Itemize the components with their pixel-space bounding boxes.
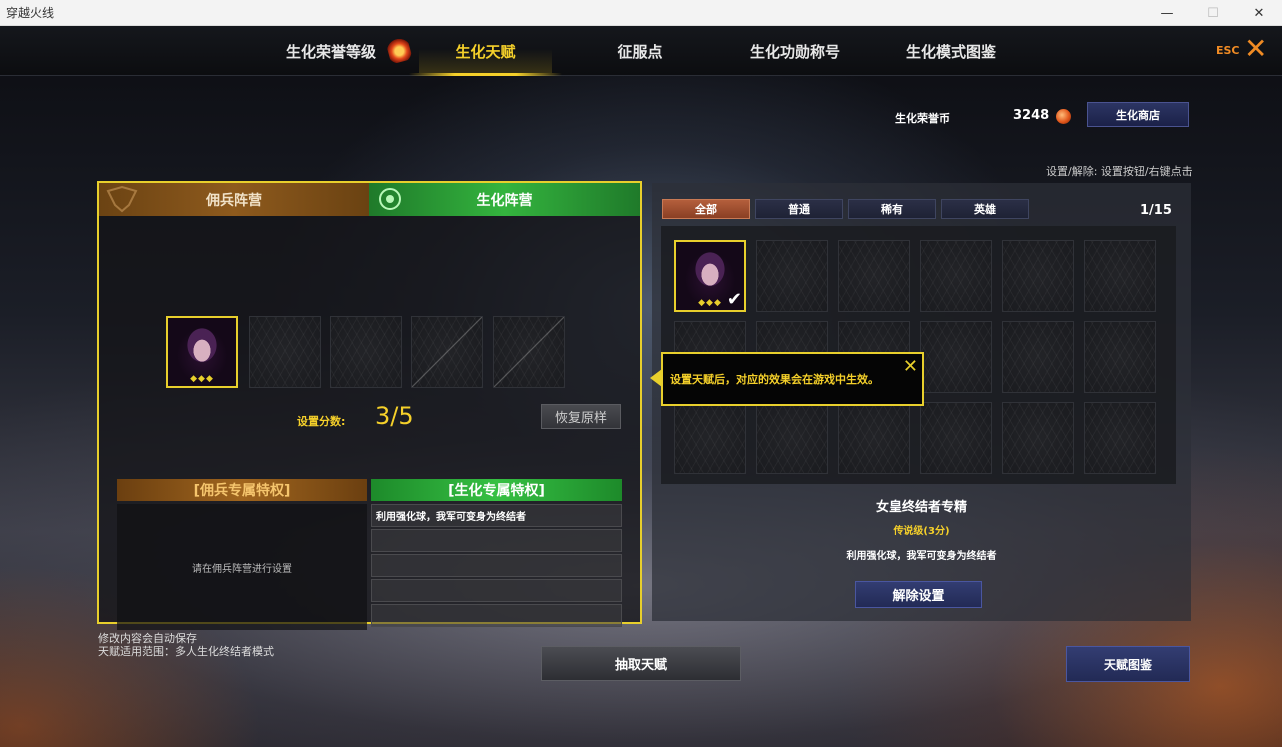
tab-merit-title[interactable]: 生化功勋称号 [735,26,855,76]
talent-card[interactable] [920,402,992,474]
talent-card[interactable] [1002,402,1074,474]
tab-honor-level[interactable]: 生化荣誉等级 [270,26,392,76]
talent-card[interactable] [838,240,910,312]
tab-rarity-all[interactable]: 全部 [662,199,750,219]
maximize-button[interactable]: ☐ [1190,0,1236,26]
score-value: 3/5 [375,402,414,430]
talent-slot-3[interactable] [330,316,402,388]
tab-mercenary-camp[interactable]: 佣兵阵营 [99,183,369,216]
top-navigation: 生化荣誉等级 生化天赋 征服点 生化功勋称号 生化模式图鉴 ESC ✕ [0,26,1282,76]
talent-card[interactable] [756,402,828,474]
talent-card[interactable] [674,402,746,474]
close-window-button[interactable]: ✕ [1236,0,1282,26]
checkmark-icon: ✔ [726,289,742,310]
minimize-button[interactable]: — [1144,0,1190,26]
set-remove-hint: 设置/解除: 设置按钮/右键点击 [1046,165,1193,178]
bio-shop-button[interactable]: 生化商店 [1087,102,1189,127]
talent-card[interactable] [1084,240,1156,312]
selected-talent-description: 利用强化球，我军可变身为终结者 [846,551,997,562]
bio-privilege-row [371,554,622,577]
talent-tooltip: 设置天赋后，对应的效果会在游戏中生效。 ✕ [661,352,924,406]
game-scene: 生化荣誉等级 生化天赋 征服点 生化功勋称号 生化模式图鉴 ESC ✕ 生化荣誉… [0,26,1282,747]
honor-coin-label: 生化荣誉币 [895,112,950,125]
talent-card[interactable] [756,240,828,312]
talent-card[interactable] [1084,402,1156,474]
window-titlebar: 穿越火线 — ☐ ✕ [0,0,1282,26]
close-icon[interactable]: ✕ [1244,34,1267,64]
selected-talent-grade: 传说级(3分) [893,526,950,537]
talent-card[interactable] [920,321,992,393]
tab-talent[interactable]: 生化天赋 [409,26,562,76]
talent-slot-5-locked [493,316,565,388]
mercenary-privilege-box: 请在佣兵阵营进行设置 [117,504,367,630]
draw-talent-button[interactable]: 抽取天赋 [541,646,741,681]
bio-emblem-icon [379,188,401,210]
selected-talent-title: 女皇终结者专精 [875,500,967,515]
tab-rarity-hero[interactable]: 英雄 [941,199,1029,219]
rank-stars: ◆◆◆ [190,374,214,384]
tab-honor-level-label: 生化荣誉等级 [285,42,376,61]
tab-talent-label: 生化天赋 [455,42,516,61]
tab-mode-atlas[interactable]: 生化模式图鉴 [890,26,1012,76]
esc-label[interactable]: ESC [1216,44,1240,57]
bio-privilege-row: 利用强化球，我军可变身为终结者 [371,504,622,527]
bio-privilege-title: [生化专属特权] [371,479,622,501]
tab-rarity-normal[interactable]: 普通 [755,199,843,219]
bio-camp-label: 生化阵营 [476,192,533,209]
coin-icon [1056,109,1071,124]
tab-conquest-points[interactable]: 征服点 [600,26,680,76]
tab-bio-camp[interactable]: 生化阵营 [369,183,640,216]
page-count: 1/15 [1140,203,1172,218]
talent-card[interactable] [920,240,992,312]
talent-slot-2[interactable] [249,316,321,388]
talent-card[interactable] [1002,240,1074,312]
tab-conquest-points-label: 征服点 [617,42,663,61]
talent-scope-note: 天赋适用范围：多人生化终结者模式 [98,645,274,658]
mercenary-camp-label: 佣兵阵营 [206,192,262,209]
rank-stars: ◆◆◆ [698,298,722,308]
honor-coin-value: 3248 [1013,108,1050,123]
score-label: 设置分数: [297,415,346,428]
tooltip-text: 设置天赋后，对应的效果会在游戏中生效。 [670,373,879,386]
bio-privilege-row [371,579,622,602]
talent-card[interactable]: ◆◆◆ ✔ [674,240,746,312]
talent-card[interactable] [838,402,910,474]
tab-mode-atlas-label: 生化模式图鉴 [905,42,996,61]
mercenary-privilege-title: [佣兵专属特权] [117,479,367,501]
camp-talent-panel: 佣兵阵营 生化阵营 ◆◆◆ 设置分数: 3/5 恢复原样 [佣兵专属特权] [生… [97,181,642,630]
talent-slot-1[interactable]: ◆◆◆ [166,316,238,388]
window-controls: — ☐ ✕ [1144,0,1282,26]
reset-button[interactable]: 恢复原样 [541,404,621,429]
remove-setting-button[interactable]: 解除设置 [855,581,982,608]
mercenary-privilege-empty-text: 请在佣兵阵营进行设置 [192,563,292,575]
bio-privilege-row [371,529,622,552]
talent-atlas-button[interactable]: 天赋图鉴 [1066,646,1190,682]
talent-slot-4-locked [411,316,483,388]
talent-card[interactable] [1002,321,1074,393]
close-icon[interactable]: ✕ [903,358,918,376]
tab-rarity-rare[interactable]: 稀有 [848,199,936,219]
bio-privilege-row [371,604,622,627]
talent-card[interactable] [1084,321,1156,393]
tab-merit-title-label: 生化功勋称号 [749,42,840,61]
window-title: 穿越火线 [6,6,55,20]
mercenary-emblem-icon [106,185,138,213]
